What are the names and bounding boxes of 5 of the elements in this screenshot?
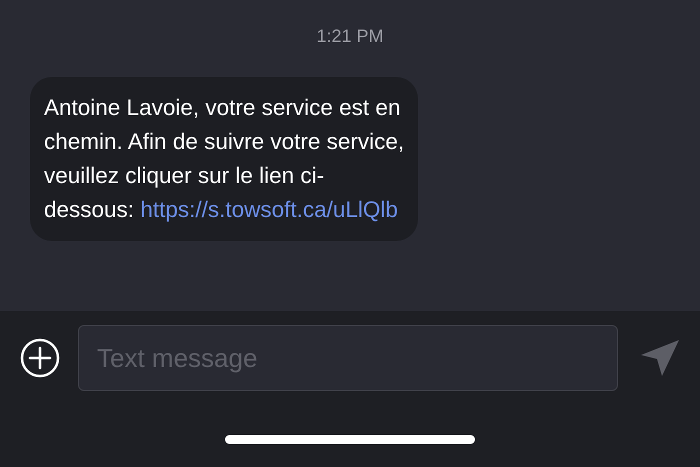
message-link[interactable]: https://s.towsoft.ca/uLlQlb [140,197,398,222]
add-icon[interactable] [20,338,60,378]
send-icon[interactable] [640,339,680,377]
message-timestamp: 1:21 PM [315,26,385,47]
message-bubble: Antoine Lavoie, votre service est en chemin. Afin de suivre votre service, veuillez cliquer sur le lien ci-dessous: https://s.towsoft.ca/uLlQlb [30,77,418,241]
